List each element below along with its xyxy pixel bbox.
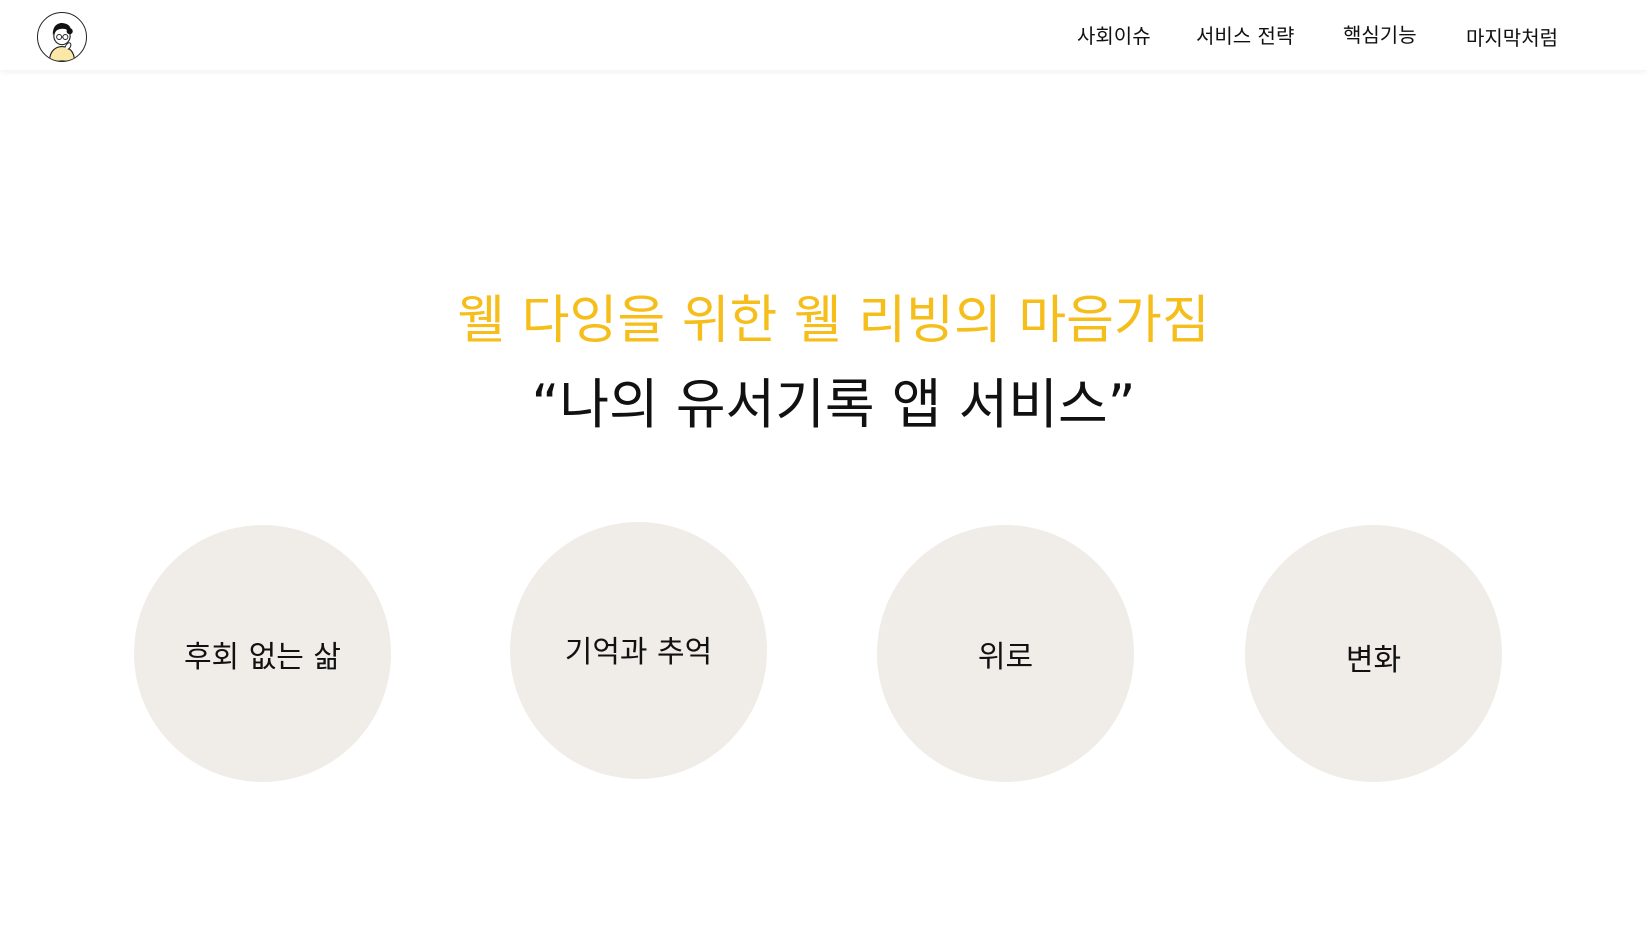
page: 사회이슈 서비스 전략 핵심기능 마지막처럼 웰 다잉을 위한 웰 리빙의 마음… [0,0,1647,926]
value-circle-no-regrets[interactable]: 후회 없는 삶 [134,525,391,782]
nav-core-features[interactable]: 핵심기능 [1343,21,1417,49]
value-circle-memories[interactable]: 기억과 추억 [510,522,767,779]
nav-social-issues[interactable]: 사회이슈 [1077,22,1151,50]
value-label: 기억과 추억 [564,634,713,670]
value-label: 위로 [977,639,1034,675]
hero-subtitle: 웰 다잉을 위한 웰 리빙의 마음가짐 [457,291,1210,351]
nav-service-strategy[interactable]: 서비스 전략 [1196,22,1294,50]
logo[interactable] [37,12,87,62]
value-circle-comfort[interactable]: 위로 [877,525,1134,782]
person-avatar-icon [48,23,76,61]
value-label: 후회 없는 삶 [183,639,342,675]
header: 사회이슈 서비스 전략 핵심기능 마지막처럼 [0,0,1647,70]
nav-like-the-last[interactable]: 마지막처럼 [1466,24,1558,52]
hero-title: “나의 유서기록 앱 서비스” [531,373,1136,436]
value-circle-change[interactable]: 변화 [1245,525,1502,782]
value-label: 변화 [1345,642,1402,678]
